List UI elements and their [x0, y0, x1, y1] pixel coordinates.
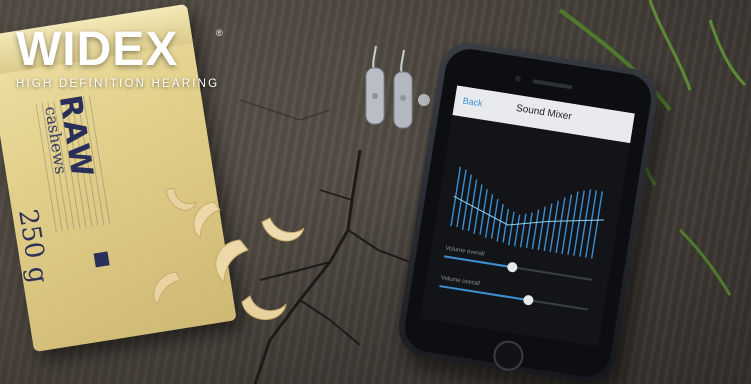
screen-title: Sound Mixer	[515, 102, 573, 123]
cashew-nut	[261, 217, 305, 242]
photo-scene: RAW cashews 250 g WIDEX ® HIGH DEFINITIO…	[0, 0, 751, 384]
registered-mark: ®	[216, 28, 223, 38]
home-button[interactable]	[491, 338, 526, 373]
logo-tagline: HIGH DEFINITION HEARING	[16, 78, 220, 90]
volume-slider[interactable]	[439, 285, 588, 311]
phone-body: Back Sound Mixer Volume overall Volume o…	[401, 45, 655, 381]
earpiece-speaker	[532, 79, 573, 90]
volume-slider-knob[interactable]	[506, 261, 519, 273]
volume-slider-knob[interactable]	[522, 294, 535, 306]
app-navbar: Back Sound Mixer	[452, 85, 635, 144]
cashew-nut	[241, 295, 287, 320]
cashew-nut	[153, 271, 181, 305]
volume-slider-fill	[439, 285, 529, 302]
phone-screen: Back Sound Mixer Volume overall Volume o…	[420, 85, 635, 347]
bag-badge-icon	[93, 251, 110, 268]
widex-logo: WIDEX ® HIGH DEFINITION HEARING	[16, 23, 223, 91]
volume-slider-fill	[444, 255, 513, 269]
logo-wordmark: WIDEX	[16, 23, 179, 76]
hearing-aid-right	[393, 49, 430, 129]
hearing-aid-left	[365, 45, 385, 125]
front-camera-icon	[514, 75, 522, 83]
cashew-nut	[215, 239, 249, 284]
